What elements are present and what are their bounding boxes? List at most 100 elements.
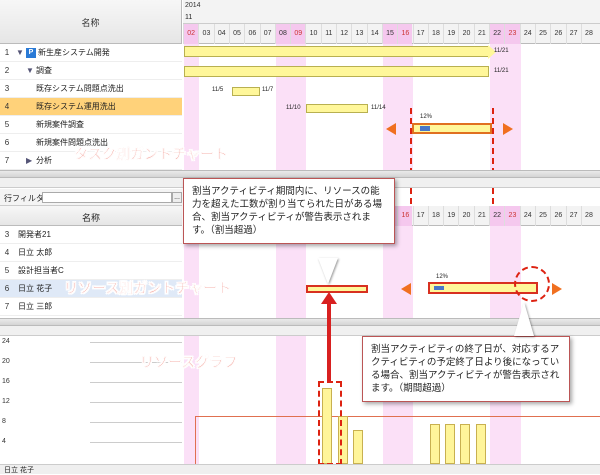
task-row-label: 既存システム運用洗出 [36,102,116,111]
timeline-day-19: 19 [443,24,458,44]
timeline-day-22: 22 [489,24,505,44]
timeline-day-16: 16 [397,24,413,44]
resource-graph-title: リソースグラフ [140,354,238,370]
task-bar-3-end-label: 11/7 [262,87,274,93]
resource-timeline-day-17: 17 [412,206,428,226]
timeline-day-27: 27 [565,24,581,44]
task-row-number: 1 [4,48,10,57]
pane-splitter-2[interactable] [0,326,600,336]
timeline-day-05: 05 [228,24,244,44]
task-bar-5[interactable] [412,123,492,134]
task-bar-4-start-label: 11/10 [286,105,301,111]
graph-axis-label: 4 [2,438,6,445]
graph-grid-line [90,422,182,423]
task-row-number: 6 [4,138,10,147]
task-row[interactable]: 2 ▼ 調査 [0,62,182,80]
capacity-line-1 [195,416,308,464]
task-bar-2[interactable] [184,66,489,77]
task-bar-5-right-arrow [503,123,513,135]
name-column-header[interactable]: 名称 [0,16,181,29]
graph-grid-line [90,402,182,403]
resource-timeline-day-26: 26 [550,206,565,226]
graph-axis-label: 20 [2,358,10,365]
timeline-day-08: 08 [274,24,291,44]
resource-gantt-title: リソース別ガントチャート [64,280,232,296]
expand-toggle-icon[interactable]: ▼ [16,44,24,62]
horizontal-scrollbar-top[interactable] [0,170,600,178]
task-bar-4[interactable] [306,104,368,113]
timeline-day-26: 26 [550,24,565,44]
task-row[interactable]: 5 新規案件調査 [0,116,182,134]
horizontal-scrollbar-middle[interactable] [0,318,600,326]
resource-row[interactable]: 3 開発者21 [0,226,182,244]
row-filter-label: 行フィルタ [4,194,44,203]
row-filter-input[interactable] [42,192,172,203]
period-over-highlight-circle [514,266,550,302]
expand-toggle-icon[interactable]: ▼ [26,62,34,80]
project-icon: P [26,48,36,58]
capacity-line-3 [398,416,600,464]
timeline-day-24: 24 [519,24,535,44]
graph-grid-line [90,342,182,343]
graph-axis-label: 16 [2,378,10,385]
warning-arrow-head [321,292,337,304]
graph-axis-label: 24 [2,338,10,345]
graph-footer: 日立 花子 [0,464,600,474]
row-filter-button[interactable]: ... [172,192,182,203]
resource-bar-left-arrow [401,283,411,295]
workload-bar [460,424,470,464]
graph-axis-label: 12 [2,398,10,405]
resource-row-label: 日立 太郎 [18,248,53,257]
graph-grid-line [90,382,182,383]
task-gantt-title: タスク別ガントチャート [74,146,228,162]
row-filter-bar: 行フィルタ ... [0,189,182,206]
task-bar-2-end-label: 11/21 [494,68,509,74]
resource-bar-right-arrow [552,283,562,295]
task-row[interactable]: 1 ▼ P 新生産システム開発 [0,44,182,62]
timeline-day-13: 13 [351,24,366,44]
over-period-callout-pointer [514,302,534,336]
resource-weekend-column [398,226,414,318]
timeline-day-21: 21 [473,24,489,44]
task-bar-3[interactable] [232,87,260,96]
month-label: 11 [185,14,193,21]
task-row[interactable]: 3 既存システム問題点洗出 [0,80,182,98]
timeline-day-09: 09 [290,24,306,44]
resource-row-number: 7 [4,302,10,311]
workload-bar [353,430,363,464]
task-weekend-column [505,44,521,170]
task-row-label: 調査 [36,66,52,75]
task-bar-3-start-label: 11/5 [212,87,224,93]
timeline-day-11: 11 [320,24,336,44]
timeline-day-17: 17 [412,24,428,44]
over-alloc-highlight-box [318,381,342,465]
task-bar-1[interactable] [184,46,489,57]
task-row[interactable]: 4 既存システム運用洗出 [0,98,182,116]
resource-name-column-header[interactable]: 名称 [0,211,182,224]
timeline-day-10: 10 [305,24,320,44]
resource-timeline-day-21: 21 [473,206,489,226]
timeline-day-12: 12 [336,24,351,44]
task-row-number: 4 [4,102,10,111]
timeline-day-18: 18 [427,24,443,44]
resource-timeline-day-23: 23 [504,206,520,226]
resource-row-number: 6 [4,284,10,293]
over-period-callout: 割当アクティビティの終了日が、対応するアクティビティの予定終了日より後になってい… [362,336,570,402]
graph-axis-label: 8 [2,418,6,425]
task-row-label: 新生産システム開発 [38,48,110,57]
task-bar-1-end-label: 11/21 [494,48,509,54]
resource-row-number: 3 [4,230,10,239]
expand-toggle-icon[interactable]: ▶ [26,152,32,170]
resource-row[interactable]: 7 日立 三郎 [0,298,182,316]
resource-bar-progress [434,286,444,290]
timeline-day-03: 03 [198,24,213,44]
timeline-day-06: 06 [244,24,259,44]
resource-row[interactable]: 4 日立 太郎 [0,244,182,262]
task-row-label: 新規案件調査 [36,120,84,129]
timeline-day-04: 04 [213,24,229,44]
resource-over-alloc-bar[interactable] [306,285,368,293]
task-bar-5-progress [420,126,430,131]
resource-timeline-day-24: 24 [519,206,535,226]
task-row-label: 既存システム問題点洗出 [36,84,124,93]
resource-timeline-day-19: 19 [443,206,458,226]
